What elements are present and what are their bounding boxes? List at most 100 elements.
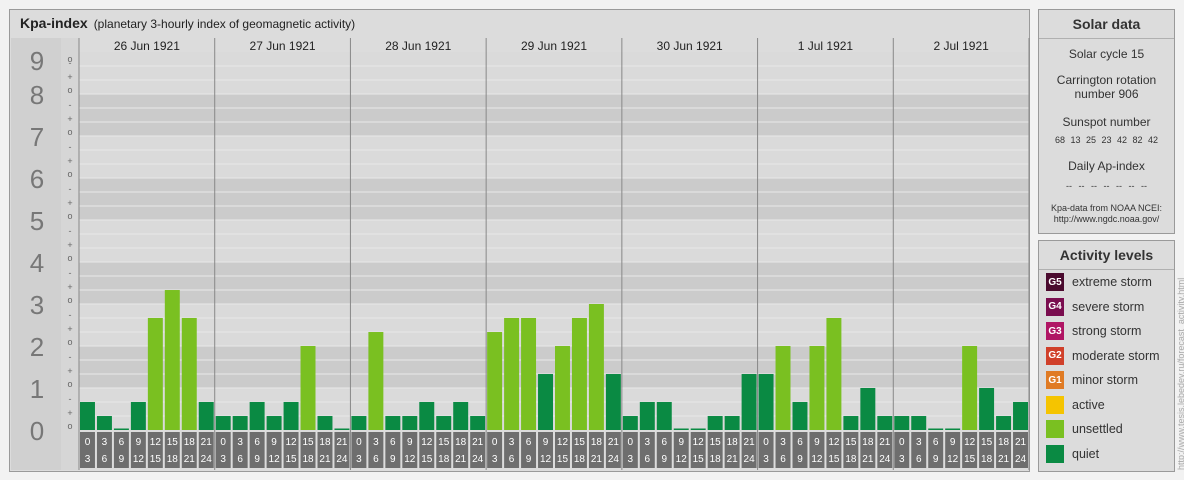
interval-start-label: 18 — [591, 437, 603, 448]
sub-tick-label: o — [67, 169, 72, 179]
interval-end-label: 12 — [947, 454, 959, 465]
sub-tick-label: + — [67, 114, 72, 124]
sub-tick-label: o — [67, 253, 72, 263]
day-label: 30 Jun 1921 — [657, 39, 723, 53]
kp-bar — [487, 332, 503, 430]
activity-level-swatch: G5 — [1046, 273, 1064, 292]
activity-level-extreme-storm: G5 extreme storm — [1039, 270, 1174, 295]
kp-band — [79, 220, 1029, 262]
activity-level-swatch: G3 — [1046, 322, 1064, 341]
interval-start-label: 0 — [85, 437, 91, 448]
interval-start-label: 0 — [492, 437, 498, 448]
interval-end-label: 15 — [285, 454, 297, 465]
interval-start-label: 15 — [302, 437, 314, 448]
interval-end-label: 3 — [492, 454, 498, 465]
interval-end-label: 24 — [744, 454, 756, 465]
interval-start-label: 3 — [237, 437, 243, 448]
kp-bar — [181, 317, 197, 430]
kp-bar — [690, 428, 706, 430]
interval-start-label: 3 — [916, 437, 922, 448]
kp-bar — [758, 374, 774, 430]
kp-bar — [894, 416, 910, 430]
kp-bar — [249, 401, 265, 430]
interval-end-label: 21 — [455, 454, 467, 465]
sub-tick-label: - — [69, 226, 72, 236]
interval-start-label: 9 — [407, 437, 413, 448]
interval-end-label: 9 — [797, 454, 803, 465]
interval-start-label: 18 — [319, 437, 331, 448]
day-label: 28 Jun 1921 — [385, 39, 451, 53]
interval-end-label: 18 — [574, 454, 586, 465]
interval-start-label: 6 — [661, 437, 667, 448]
interval-end-label: 18 — [710, 454, 722, 465]
activity-level-swatch: G2 — [1046, 346, 1064, 365]
kp-band — [79, 304, 1029, 346]
kp-bar — [928, 428, 944, 430]
activity-level-label: strong storm — [1072, 324, 1142, 339]
kp-bar — [741, 374, 757, 430]
sub-tick-label: - — [69, 184, 72, 194]
interval-start-label: 0 — [356, 437, 362, 448]
kp-bar — [130, 401, 146, 430]
interval-start-label: 21 — [336, 437, 348, 448]
kp-bar — [96, 416, 112, 430]
kp-bar — [605, 374, 621, 430]
interval-end-label: 6 — [916, 454, 922, 465]
interval-start-label: 6 — [254, 437, 260, 448]
kp-bar — [351, 416, 367, 430]
kp-band — [79, 136, 1029, 178]
sub-tick-label: o — [67, 54, 72, 64]
kp-bar — [538, 374, 553, 430]
kp-bar — [402, 416, 418, 430]
interval-start-label: 6 — [797, 437, 803, 448]
interval-end-label: 3 — [899, 454, 905, 465]
sub-tick-label: - — [69, 268, 72, 278]
interval-start-label: 15 — [710, 437, 722, 448]
kp-bar — [1013, 401, 1028, 430]
sub-tick-label: + — [67, 282, 72, 292]
interval-start-label: 18 — [727, 437, 739, 448]
interval-end-label: 9 — [526, 454, 532, 465]
sub-tick-label: - — [69, 352, 72, 362]
ap-index-title: Daily Ap-index — [1068, 159, 1145, 173]
sub-tick-label: - — [69, 310, 72, 320]
kp-bar — [300, 346, 316, 430]
interval-start-label: 21 — [1015, 437, 1027, 448]
kp-bar — [453, 401, 469, 430]
activity-level-swatch: G1 — [1046, 371, 1064, 390]
sub-tick-label: - — [69, 142, 72, 152]
interval-end-label: 12 — [676, 454, 688, 465]
y-tick-label: 5 — [30, 206, 44, 236]
sub-tick-label: + — [67, 408, 72, 418]
interval-start-label: 0 — [628, 437, 634, 448]
kp-bar — [521, 317, 537, 430]
activity-level-swatch — [1046, 395, 1064, 414]
interval-start-label: 21 — [879, 437, 891, 448]
interval-end-label: 18 — [438, 454, 450, 465]
interval-end-label: 18 — [981, 454, 993, 465]
kp-bar — [232, 416, 248, 430]
kp-bar — [639, 401, 655, 430]
interval-start-label: 3 — [780, 437, 786, 448]
data-source: Kpa-data from NOAA NCEI: http://www.ngdc… — [1050, 203, 1163, 224]
activity-levels-list: G5 extreme storm G4 severe storm G3 strong st… — [1039, 270, 1174, 466]
kp-bar — [283, 401, 299, 430]
interval-end-label: 24 — [201, 454, 213, 465]
kp-bar — [860, 388, 876, 430]
kpa-chart-panel: Kpa-index (planetary 3-hourly index of ge… — [9, 9, 1030, 472]
interval-start-label: 6 — [119, 437, 125, 448]
interval-start-label: 9 — [814, 437, 820, 448]
interval-start-label: 12 — [828, 437, 840, 448]
kp-bar — [877, 416, 893, 430]
interval-end-label: 6 — [645, 454, 651, 465]
sub-tick-label: + — [67, 156, 72, 166]
kp-bar — [385, 416, 401, 430]
solar-data-title: Solar data — [1039, 10, 1174, 39]
activity-level-label: severe storm — [1072, 299, 1145, 314]
kp-bar — [368, 332, 384, 430]
interval-end-label: 12 — [540, 454, 552, 465]
interval-end-label: 9 — [390, 454, 396, 465]
y-tick-label: 9 — [30, 46, 44, 76]
interval-start-label: 0 — [220, 437, 226, 448]
activity-level-label: active — [1072, 397, 1105, 412]
